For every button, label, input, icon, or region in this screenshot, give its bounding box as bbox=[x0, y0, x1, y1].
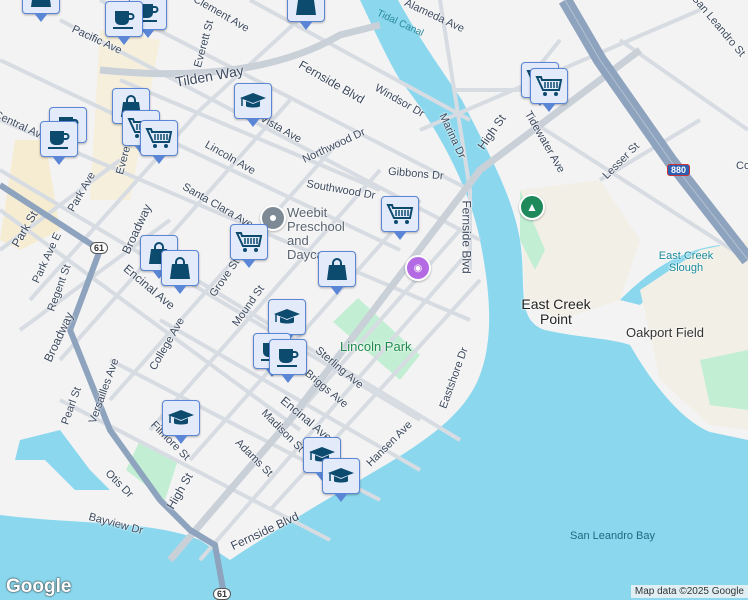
coffee-icon bbox=[110, 6, 138, 32]
coffee-marker[interactable] bbox=[269, 339, 307, 383]
shopping-cart-icon bbox=[145, 125, 173, 151]
shopping-cart-marker[interactable] bbox=[381, 196, 419, 240]
shopping-cart-marker[interactable] bbox=[230, 224, 268, 268]
coffee-icon bbox=[45, 126, 73, 152]
graduation-cap-icon bbox=[327, 463, 355, 489]
marina-water bbox=[15, 430, 110, 490]
google-logo: Google bbox=[6, 576, 72, 597]
shopping-bag-marker[interactable] bbox=[318, 251, 356, 295]
coffee-marker[interactable] bbox=[105, 1, 143, 45]
map-attribution[interactable]: Map data ©2025 Google bbox=[630, 585, 748, 598]
interstate-880-shield: 880 bbox=[667, 164, 691, 176]
shopping-cart-marker[interactable] bbox=[140, 120, 178, 164]
graduation-cap-marker[interactable] bbox=[268, 299, 306, 343]
route-61-shield: 61 bbox=[213, 588, 232, 600]
place-label-oakport-field[interactable]: Oakport Field bbox=[626, 325, 704, 340]
graduation-cap-icon bbox=[167, 405, 195, 431]
shopping-bag-icon bbox=[292, 0, 320, 17]
shopping-cart-marker[interactable] bbox=[530, 68, 568, 112]
place-label-east-creek-point[interactable]: East Creek Point bbox=[520, 297, 592, 327]
graduation-cap-marker[interactable] bbox=[162, 400, 200, 444]
place-label-san-leandro-bay: San Leandro Bay bbox=[570, 530, 656, 542]
shopping-bag-icon bbox=[27, 0, 55, 9]
camera-icon[interactable]: ◉ bbox=[405, 255, 431, 281]
shopping-bag-icon bbox=[323, 256, 351, 282]
shopping-bag-marker[interactable] bbox=[22, 0, 60, 22]
place-label-east-creek-slough: East Creek Slough bbox=[658, 250, 714, 274]
graduation-cap-marker[interactable] bbox=[234, 83, 272, 127]
place-label-lincoln-park[interactable]: Lincoln Park bbox=[340, 339, 412, 354]
route-61-shield: 61 bbox=[90, 242, 109, 254]
coffee-marker[interactable] bbox=[40, 121, 78, 165]
street-label: Co bbox=[736, 160, 748, 172]
shopping-bag-marker[interactable] bbox=[161, 250, 199, 294]
shopping-bag-icon bbox=[166, 255, 194, 281]
coffee-icon bbox=[274, 344, 302, 370]
park-tree-icon[interactable]: ▲ bbox=[519, 194, 545, 220]
graduation-cap-icon bbox=[273, 304, 301, 330]
street-label: Fernside Blvd bbox=[459, 200, 474, 274]
graduation-cap-marker[interactable] bbox=[322, 458, 360, 502]
shopping-cart-icon bbox=[386, 201, 414, 227]
shopping-cart-icon bbox=[535, 73, 563, 99]
shopping-cart-icon bbox=[235, 229, 263, 255]
shopping-bag-marker[interactable] bbox=[287, 0, 325, 30]
graduation-cap-icon bbox=[239, 88, 267, 114]
